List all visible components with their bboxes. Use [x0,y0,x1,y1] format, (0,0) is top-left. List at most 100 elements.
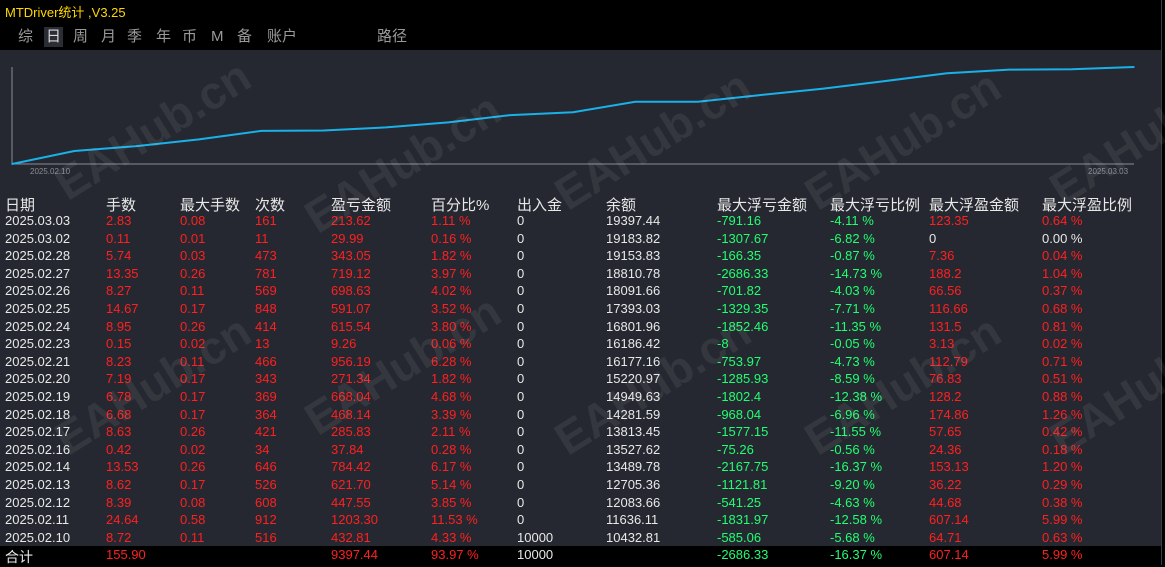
tab-5[interactable]: 年 [156,27,171,47]
tab-6[interactable]: 币 [182,27,197,47]
tab-1[interactable]: 日 [44,27,64,47]
table-cell: 0.02 [180,441,206,457]
table-cell: 8.72 [106,529,132,545]
table-cell: 646 [255,459,277,475]
table-cell: 18810.78 [606,265,661,281]
balance-point [322,129,325,132]
table-cell: 0.51 % [1042,371,1083,387]
table-cell: 8.23 [106,353,132,369]
balance-point [634,101,637,103]
table-cell: 2025.02.11 [5,512,70,528]
table-cell: 9.26 [331,336,357,352]
table-cell: 0.03 [180,248,206,264]
table-cell: 668.04 [331,389,371,404]
table-cell: 0 [517,371,525,387]
table-cell: -585.06 [717,529,762,545]
table-cell: 0.11 [180,353,205,369]
table-cell: -75.26 [717,441,754,457]
table-cell: 0.06 % [431,336,472,352]
table-cell: 2025.03.02 [5,230,71,246]
table-cell: 3.13 [929,336,955,352]
table-cell: 128.2 [929,389,962,404]
table-cell: 0.17 [180,301,206,316]
table-cell: 591.07 [331,301,371,316]
table-cell: 285.83 [331,424,371,440]
table-cell: 2025.02.21 [5,353,71,369]
table-cell: -4.03 % [830,283,875,299]
table-cell: 0 [517,477,525,492]
table-cell: -0.56 % [830,441,875,457]
tab-10[interactable]: 路径 [377,27,407,47]
table-cell: -1852.46 [717,318,769,334]
tab-0[interactable]: 综 [18,27,33,47]
table-cell: 0 [517,248,525,264]
table-cell: 5.99 % [1042,512,1083,528]
table-cell: -9.20 % [830,477,875,492]
table-cell: -12.58 % [830,512,883,528]
table-row: 2025.03.03 2.83 0.08 161 213.62 1.11 % 0 19397.… [0,212,1161,230]
table-cell: 784.42 [331,459,371,475]
table-cell: 432.81 [331,529,371,545]
table-cell: 13489.78 [606,459,661,475]
table-cell: 11 [255,230,269,246]
table-cell: 4.68 % [431,389,472,404]
balance-point [696,100,699,103]
total-cell: 5.99 % [1042,547,1083,562]
tab-7[interactable]: M [211,27,224,47]
table-cell: 8.62 [106,477,132,492]
table-cell: 17393.03 [606,301,661,316]
table-cell: 2025.02.14 [5,459,71,475]
table-cell: 473 [255,248,277,264]
table-row: 2025.02.18 6.68 0.17 364 468.14 3.39 % 0 14281.… [0,406,1161,424]
table-cell: 19153.83 [606,248,661,264]
table-cell: 13527.62 [606,441,661,457]
total-cell: 9397.44 [331,547,378,562]
table-cell: 343.05 [331,248,371,264]
tab-2[interactable]: 周 [73,27,88,47]
table-row: 2025.02.11 24.64 0.58 912 1203.30 11.53 % 0 116… [0,511,1161,529]
table-cell: 0 [517,406,525,422]
table-header: 日期 手数 最大手数 次数 盈亏金额 百分比% 出入金 余额 最大浮亏金额 最大浮亏比例 最大浮盈金… [0,192,1161,214]
table-row: 2025.02.23 0.15 0.02 13 9.26 0.06 % 0 16186.42 -… [0,335,1161,353]
table-row: 2025.02.19 6.78 0.17 369 668.04 4.68 % 0 14949.… [0,388,1161,406]
tab-4[interactable]: 季 [127,27,142,47]
table-cell: 0.15 [106,336,132,352]
total-cell: -16.37 % [830,547,883,562]
table-cell: 698.63 [331,283,371,299]
table-cell: 16177.16 [606,353,661,369]
tab-3[interactable]: 月 [101,27,116,47]
table-cell: 414 [255,318,277,334]
table-cell: -12.38 % [830,389,883,404]
table-cell: 848 [255,301,277,316]
table-cell: 0 [517,230,525,246]
table-cell: -1285.93 [717,371,769,387]
table-cell: -14.73 % [830,265,883,281]
table-cell: 131.5 [929,318,962,334]
table-cell: 37.84 [331,441,364,457]
table-cell: 13.35 [106,265,139,281]
table-cell: 0 [517,265,525,281]
table-cell: -4.63 % [830,494,875,510]
table-cell: 956.19 [331,353,371,369]
table-cell: 7.36 [929,248,955,264]
table-cell: -1577.15 [717,424,769,440]
table-cell: 3.39 % [431,406,472,422]
balance-point [1133,66,1135,68]
table-cell: 213.62 [331,213,371,228]
table-cell: 1.82 % [431,248,472,264]
table-cell: 0.02 [180,336,206,352]
table-cell: -11.35 % [830,318,882,334]
table-cell: 0.29 % [1042,477,1083,492]
table-cell: 24.36 [929,441,962,457]
tab-9[interactable]: 账户 [267,27,297,47]
table-cell: -968.04 [717,406,762,422]
table-row: 2025.02.10 8.72 0.11 516 432.81 4.33 % 10000 10… [0,529,1161,547]
tab-8[interactable]: 备 [237,27,252,47]
table-cell: -1831.97 [717,512,769,528]
table-cell: -2686.33 [717,265,769,281]
balance-point [198,138,200,141]
total-row: 合计 155.90 9397.44 93.97 % 10000 -2686.33 -16.3… [0,546,1161,565]
table-cell: -6.82 % [830,230,875,246]
table-cell: 2025.02.13 [5,477,71,492]
table-cell: 13813.45 [606,424,661,440]
